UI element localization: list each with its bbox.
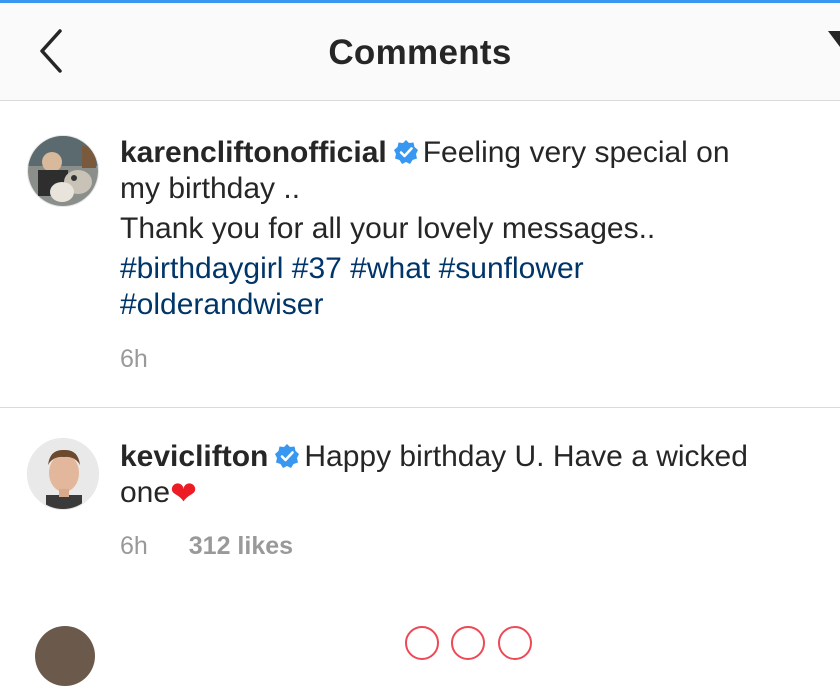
caption-meta: 6h (120, 345, 148, 374)
comment-body-continued: one (120, 476, 171, 509)
heart-emoji-icon: ❤ (170, 475, 197, 511)
hashtag-list: #birthdaygirl #37 #what #sunflower #olde… (120, 251, 820, 323)
hashtag-link[interactable]: #olderandwiser (120, 288, 323, 321)
avatar[interactable] (27, 438, 99, 510)
comment-item-partial (0, 622, 840, 686)
verified-badge-icon (393, 140, 418, 164)
page-title: Comments (328, 33, 512, 72)
direct-send-button[interactable] (822, 27, 840, 57)
caption-text-line3: Thank you for all your lovely messages.. (120, 212, 656, 245)
verified-badge-icon (275, 444, 300, 468)
comment-text: keviclifton Happy birthday U. Have a wic… (120, 439, 820, 511)
direct-send-icon (828, 31, 840, 47)
hashtag-link[interactable]: #what (350, 252, 430, 285)
caption-comment: karencliftonofficial Feeling very specia… (0, 101, 840, 408)
caption-text-line1: Feeling very special on (422, 136, 730, 169)
timestamp: 6h (120, 532, 148, 560)
heart-emoji-row (405, 626, 540, 665)
comment-username[interactable]: keviclifton (120, 440, 268, 473)
header: Comments (0, 3, 840, 101)
caption-text: karencliftonofficial Feeling very specia… (120, 135, 820, 323)
timestamp: 6h (120, 345, 148, 373)
heart-emoji-icon (405, 626, 439, 660)
avatar-photo-icon (28, 136, 98, 206)
avatar[interactable] (35, 626, 95, 686)
comment-item: keviclifton Happy birthday U. Have a wic… (0, 408, 840, 588)
comment-body: Happy birthday U. Have a wicked (304, 440, 748, 473)
avatar[interactable] (27, 135, 99, 207)
hashtag-link[interactable]: #37 (292, 252, 342, 285)
likes-count[interactable]: 312 likes (189, 532, 293, 560)
hashtag-link[interactable]: #sunflower (439, 252, 584, 285)
avatar-photo-icon (28, 439, 98, 509)
caption-text-line2: my birthday .. (120, 172, 301, 205)
heart-emoji-icon (497, 626, 532, 660)
caption-username[interactable]: karencliftonofficial (120, 136, 387, 169)
hashtag-link[interactable]: #birthdaygirl (120, 252, 283, 285)
comment-meta: 6h 312 likes (120, 532, 293, 561)
heart-emoji-icon (451, 626, 486, 660)
